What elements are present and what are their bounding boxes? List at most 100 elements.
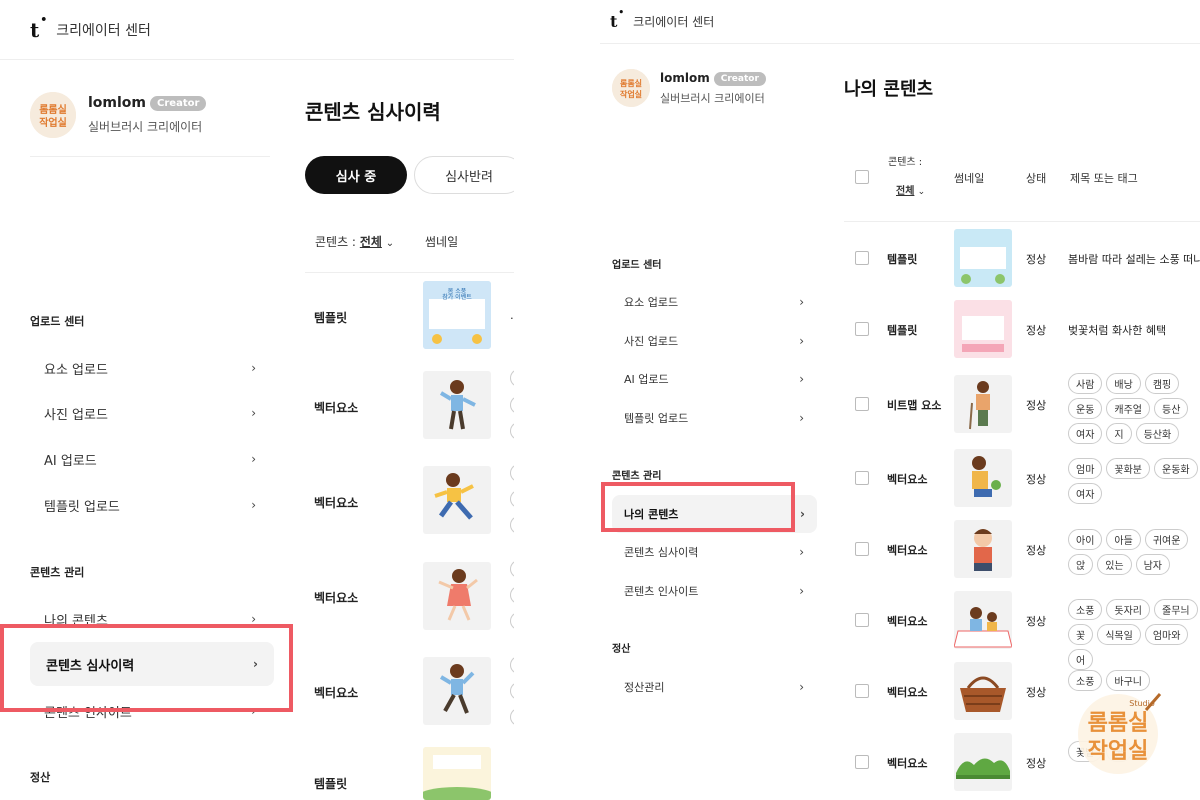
chevron-right-icon: › bbox=[799, 295, 804, 309]
avatar: 롬롬실 작업실 bbox=[30, 92, 76, 138]
row-thumbnail[interactable] bbox=[954, 375, 1012, 433]
row-thumbnail[interactable] bbox=[954, 662, 1012, 720]
sidebar-item-photo-upload[interactable]: 사진 업로드 › bbox=[612, 329, 816, 353]
chevron-right-icon: › bbox=[799, 545, 804, 559]
highlight-box bbox=[0, 624, 293, 712]
tag[interactable]: 여자 bbox=[1068, 483, 1103, 504]
row-status: 정상 bbox=[1026, 615, 1047, 628]
tag[interactable]: 남자 bbox=[1135, 554, 1171, 575]
row-thumbnail[interactable] bbox=[954, 733, 1012, 791]
row-type: 템플릿 bbox=[887, 324, 918, 337]
content-type-filter[interactable]: 콘텐츠 : 전체 ⌄ bbox=[315, 233, 394, 250]
sidebar-item-content-insight[interactable]: 콘텐츠 인사이트 › bbox=[612, 579, 816, 603]
row-thumbnail[interactable] bbox=[423, 562, 491, 630]
avatar-text-2: 작업실 bbox=[620, 89, 642, 99]
sidebar-item-review-history[interactable]: 콘텐츠 심사이력 › bbox=[612, 540, 816, 564]
chevron-down-icon: ⌄ bbox=[917, 187, 926, 197]
tab-rejected[interactable]: 심사반려 bbox=[414, 156, 514, 194]
chevron-right-icon: › bbox=[799, 411, 804, 425]
row-thumbnail[interactable] bbox=[954, 229, 1012, 287]
row-type: 비트맵 요소 bbox=[887, 399, 942, 412]
row-thumbnail[interactable] bbox=[954, 300, 1012, 358]
tag[interactable]: 돗자리 bbox=[1106, 599, 1151, 620]
tag[interactable]: 캠핑 bbox=[1144, 373, 1180, 394]
tag[interactable]: 엄마와 bbox=[1144, 624, 1189, 645]
row-checkbox[interactable] bbox=[855, 397, 869, 411]
watermark-line2: 작업실 bbox=[1088, 739, 1149, 764]
header-divider bbox=[844, 221, 1200, 222]
row-thumbnail[interactable] bbox=[423, 466, 491, 534]
row-checkbox[interactable] bbox=[855, 613, 869, 627]
tag[interactable]: 꽃 bbox=[1068, 624, 1094, 645]
tag[interactable]: 어 bbox=[1068, 649, 1094, 670]
tag[interactable]: 배낭 bbox=[1106, 373, 1141, 394]
tag-clip bbox=[510, 612, 514, 630]
tag[interactable]: 있는 bbox=[1097, 554, 1132, 575]
tag[interactable]: 꽃화분 bbox=[1106, 458, 1151, 479]
chevron-right-icon: › bbox=[800, 507, 805, 521]
row-thumbnail[interactable] bbox=[954, 520, 1012, 578]
row-checkbox[interactable] bbox=[855, 251, 869, 265]
tag[interactable]: 등산 bbox=[1154, 398, 1189, 419]
tag[interactable]: 운동 bbox=[1068, 398, 1103, 419]
tag-clip bbox=[510, 560, 514, 578]
tag[interactable]: 등산화 bbox=[1135, 423, 1180, 444]
sidebar-item-element-upload[interactable]: 요소 업로드 › bbox=[612, 290, 816, 314]
sidebar-item-template-upload[interactable]: 템플릿 업로드 › bbox=[612, 406, 816, 430]
chevron-right-icon: › bbox=[799, 372, 804, 386]
sidebar-item-ai-upload[interactable]: AI 업로드 › bbox=[30, 445, 270, 473]
tag[interactable]: 식목일 bbox=[1097, 624, 1141, 645]
chevron-right-icon: › bbox=[251, 452, 256, 466]
row-thumbnail[interactable]: 봄 소풍 참가 이벤트 bbox=[423, 281, 491, 349]
tag[interactable]: 앉 bbox=[1068, 554, 1094, 575]
tag[interactable]: 사람 bbox=[1068, 373, 1103, 394]
row-checkbox[interactable] bbox=[855, 684, 869, 698]
chevron-down-icon: ⌄ bbox=[385, 238, 395, 249]
tag[interactable]: 줄무늬 bbox=[1154, 599, 1198, 620]
username: lomlom Creator bbox=[88, 95, 207, 111]
tag[interactable]: 캐주얼 bbox=[1106, 398, 1151, 419]
tab-reviewing[interactable]: 심사 중 bbox=[305, 156, 407, 194]
row-checkbox[interactable] bbox=[855, 755, 869, 769]
avatar-text-1: 롬롬실 bbox=[39, 103, 67, 116]
tag[interactable]: 귀여운 bbox=[1144, 529, 1189, 550]
row-thumbnail[interactable] bbox=[423, 371, 491, 439]
sidebar-item-element-upload[interactable]: 요소 업로드 › bbox=[30, 354, 270, 382]
avatar-text-1: 롬롬실 bbox=[620, 78, 642, 88]
row-checkbox[interactable] bbox=[855, 322, 869, 336]
row-thumbnail[interactable] bbox=[423, 747, 491, 800]
sidebar-item-settlement[interactable]: 정산관리 › bbox=[612, 675, 816, 699]
row-thumbnail[interactable] bbox=[954, 449, 1012, 507]
logo-icon[interactable]: t• bbox=[610, 8, 624, 31]
logo-icon[interactable]: t• bbox=[30, 13, 47, 42]
left-screenshot-panel: t• 크리에이터 센터 롬롬실 작업실 lomlom Creator 실버브러시 … bbox=[0, 0, 514, 800]
sidebar-item-template-upload[interactable]: 템플릿 업로드 › bbox=[30, 491, 270, 519]
row-thumbnail[interactable] bbox=[954, 591, 1012, 649]
row-thumbnail[interactable] bbox=[423, 657, 491, 725]
select-all-checkbox[interactable] bbox=[855, 170, 869, 184]
highlight-box bbox=[601, 482, 795, 532]
row-tags: 소풍 돗자리 줄무늬꽃 식목일 엄마와어 bbox=[1068, 599, 1200, 674]
tag[interactable]: 여자 bbox=[1068, 423, 1103, 444]
tag[interactable]: 아들 bbox=[1106, 529, 1141, 550]
row-checkbox[interactable] bbox=[855, 471, 869, 485]
tag-clip bbox=[510, 369, 514, 387]
title-clip: … bbox=[510, 309, 514, 322]
row-checkbox[interactable] bbox=[855, 542, 869, 556]
sidebar-item-ai-upload[interactable]: AI 업로드 › bbox=[612, 367, 816, 391]
tag[interactable]: 소풍 bbox=[1068, 599, 1103, 620]
tag[interactable]: 운동화 bbox=[1154, 458, 1198, 479]
tag[interactable]: 엄마 bbox=[1068, 458, 1103, 479]
row-title: 벚꽃처럼 화사한 혜택 bbox=[1068, 324, 1167, 337]
tag[interactable]: 지 bbox=[1106, 423, 1132, 444]
row-status: 정상 bbox=[1026, 399, 1047, 412]
row-type: 벡터요소 bbox=[887, 686, 928, 699]
tag[interactable]: 아이 bbox=[1068, 529, 1103, 550]
tag-clip bbox=[510, 586, 514, 604]
sidebar-item-photo-upload[interactable]: 사진 업로드 › bbox=[30, 399, 270, 427]
content-section-heading: 콘텐츠 관리 bbox=[30, 566, 85, 579]
header-divider bbox=[305, 272, 514, 273]
upload-section-heading: 업로드 센터 bbox=[30, 315, 85, 328]
col-status: 상태 bbox=[1026, 172, 1047, 185]
content-type-filter[interactable]: 콘텐츠 : 전체 ⌄ bbox=[888, 153, 925, 197]
